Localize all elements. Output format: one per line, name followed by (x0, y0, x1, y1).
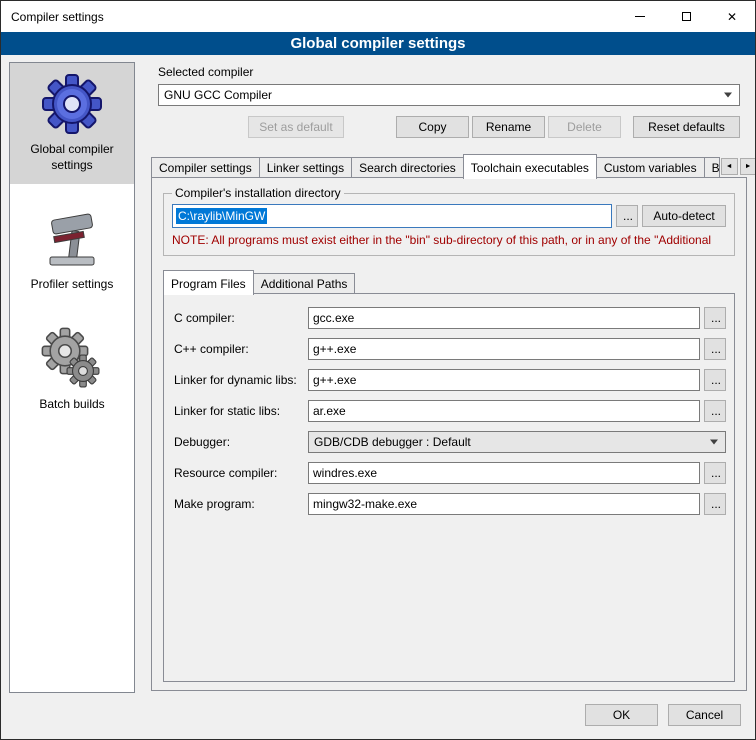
reset-defaults-button[interactable]: Reset defaults (633, 116, 740, 138)
right-arrow-icon: ► (745, 163, 752, 170)
linker-dynamic-input[interactable] (308, 369, 700, 391)
compiler-gear-icon (40, 72, 104, 136)
window-controls: ✕ (617, 1, 755, 32)
cpp-compiler-label: C++ compiler: (174, 342, 308, 356)
close-icon: ✕ (727, 11, 737, 23)
linker-dynamic-browse-button[interactable]: ... (704, 369, 726, 391)
subtab-additional-paths[interactable]: Additional Paths (253, 273, 356, 294)
tab-scroll-left-button[interactable]: ◄ (721, 158, 738, 175)
linker-static-label: Linker for static libs: (174, 404, 308, 418)
dialog-body: Global compiler settings Profiler settin… (1, 55, 755, 697)
dropdown-arrow-icon (724, 93, 732, 98)
settings-tabbar: Compiler settings Linker settings Search… (151, 154, 747, 178)
installation-directory-legend: Compiler's installation directory (172, 186, 344, 200)
sidebar-item-label: Global compiler settings (24, 142, 120, 173)
dialog-heading: Global compiler settings (1, 32, 755, 55)
rename-button[interactable]: Rename (472, 116, 545, 138)
compiler-actions: Set as default Copy Rename Delete Reset … (158, 116, 740, 138)
installation-directory-input[interactable]: C:\raylib\MinGW (172, 204, 612, 228)
debugger-label: Debugger: (174, 435, 308, 449)
linker-dynamic-label: Linker for dynamic libs: (174, 373, 308, 387)
sidebar-item-batch-builds[interactable]: Batch builds (10, 318, 134, 424)
cpp-compiler-browse-button[interactable]: ... (704, 338, 726, 360)
copy-button[interactable]: Copy (396, 116, 469, 138)
tab-linker-settings[interactable]: Linker settings (259, 157, 352, 178)
linker-dynamic-row: Linker for dynamic libs: ... (174, 369, 726, 391)
c-compiler-input[interactable] (308, 307, 700, 329)
profiler-icon (40, 207, 104, 271)
sidebar-item-global-compiler-settings[interactable]: Global compiler settings (10, 63, 134, 184)
linker-static-input[interactable] (308, 400, 700, 422)
toolchain-executables-page: Compiler's installation directory C:\ray… (151, 177, 747, 691)
sidebar-item-profiler-settings[interactable]: Profiler settings (10, 198, 134, 304)
sidebar-item-label: Profiler settings (31, 277, 114, 293)
make-program-browse-button[interactable]: ... (704, 493, 726, 515)
debugger-row: Debugger: GDB/CDB debugger : Default (174, 431, 726, 453)
linker-static-browse-button[interactable]: ... (704, 400, 726, 422)
selected-compiler-select[interactable]: GNU GCC Compiler (158, 84, 740, 106)
tab-custom-variables[interactable]: Custom variables (596, 157, 705, 178)
installation-directory-row: C:\raylib\MinGW ... Auto-detect (172, 204, 726, 228)
compiler-settings-window: Compiler settings ✕ Global compiler sett… (0, 0, 756, 740)
titlebar[interactable]: Compiler settings ✕ (1, 1, 755, 32)
settings-category-sidebar: Global compiler settings Profiler settin… (9, 62, 135, 693)
sidebar-item-label: Batch builds (39, 397, 104, 413)
resource-compiler-row: Resource compiler: ... (174, 462, 726, 484)
program-files-tabbar: Program Files Additional Paths (163, 270, 737, 294)
make-program-label: Make program: (174, 497, 308, 511)
left-arrow-icon: ◄ (726, 163, 733, 170)
directory-browse-button[interactable]: ... (616, 205, 638, 227)
tab-scroll-buttons: ◄ ► (719, 158, 756, 175)
window-title: Compiler settings (11, 10, 617, 24)
tab-search-directories[interactable]: Search directories (351, 157, 464, 178)
c-compiler-row: C compiler: ... (174, 307, 726, 329)
installation-directory-value: C:\raylib\MinGW (176, 208, 267, 224)
autodetect-button[interactable]: Auto-detect (642, 205, 726, 227)
debugger-select[interactable]: GDB/CDB debugger : Default (308, 431, 726, 453)
selected-compiler-value: GNU GCC Compiler (164, 88, 272, 102)
main-panel: Selected compiler GNU GCC Compiler Set a… (146, 62, 747, 693)
tab-compiler-settings[interactable]: Compiler settings (151, 157, 260, 178)
resource-compiler-label: Resource compiler: (174, 466, 308, 480)
cancel-button[interactable]: Cancel (668, 704, 741, 726)
cpp-compiler-input[interactable] (308, 338, 700, 360)
maximize-button[interactable] (663, 1, 709, 32)
delete-button: Delete (548, 116, 621, 138)
subtab-program-files[interactable]: Program Files (163, 270, 254, 295)
tab-build-options-truncated[interactable]: Buil (704, 157, 720, 178)
cpp-compiler-row: C++ compiler: ... (174, 338, 726, 360)
dropdown-arrow-icon (710, 440, 718, 445)
minimize-button[interactable] (617, 1, 663, 32)
bin-subdirectory-note: NOTE: All programs must exist either in … (172, 233, 726, 247)
c-compiler-label: C compiler: (174, 311, 308, 325)
dialog-footer: OK Cancel (1, 697, 755, 739)
installation-directory-group: Compiler's installation directory C:\ray… (163, 186, 735, 256)
debugger-value: GDB/CDB debugger : Default (314, 435, 471, 449)
make-program-input[interactable] (308, 493, 700, 515)
minimize-icon (635, 16, 645, 17)
maximize-icon (682, 12, 691, 21)
program-files-page: C compiler: ... C++ compiler: ... Linker… (163, 293, 735, 682)
resource-compiler-browse-button[interactable]: ... (704, 462, 726, 484)
c-compiler-browse-button[interactable]: ... (704, 307, 726, 329)
tab-scroll-right-button[interactable]: ► (740, 158, 756, 175)
batch-builds-gears-icon (40, 327, 104, 391)
selected-compiler-label: Selected compiler (158, 65, 747, 79)
close-button[interactable]: ✕ (709, 1, 755, 32)
resource-compiler-input[interactable] (308, 462, 700, 484)
tab-toolchain-executables[interactable]: Toolchain executables (463, 154, 597, 179)
ok-button[interactable]: OK (585, 704, 658, 726)
make-program-row: Make program: ... (174, 493, 726, 515)
linker-static-row: Linker for static libs: ... (174, 400, 726, 422)
set-as-default-button: Set as default (248, 116, 344, 138)
